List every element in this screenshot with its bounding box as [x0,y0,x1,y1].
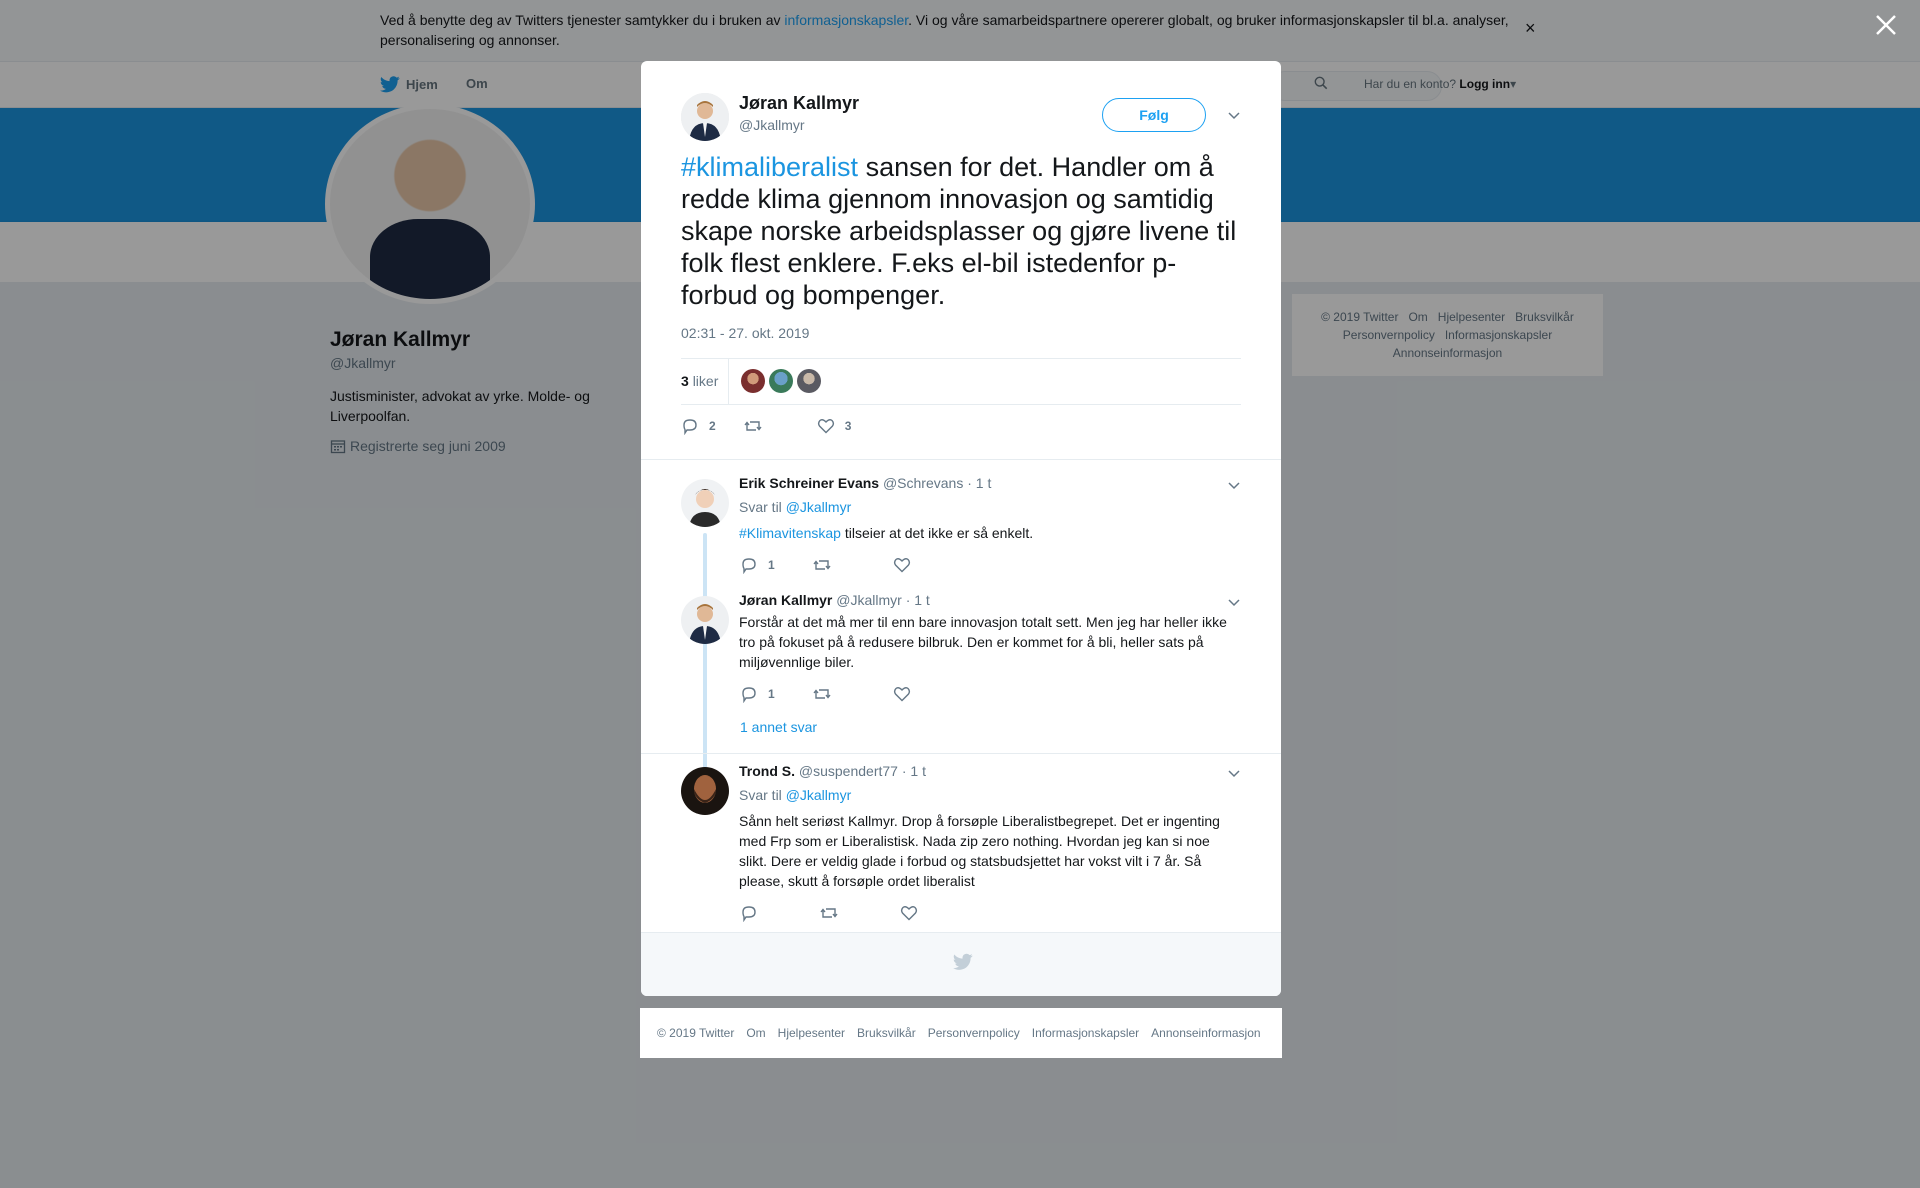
reply-text: Sånn helt seriøst Kallmyr. Drop å forsøp… [739,813,1220,889]
like-button[interactable] [893,685,911,703]
footer-copyright: © 2019 Twitter [657,1026,735,1040]
liker-avatar[interactable] [769,369,793,393]
reply-body: tilseier at det ikke er så enkelt. [840,525,1034,541]
reply-icon [742,687,756,703]
retweet-button[interactable] [820,904,838,922]
reply-text: Forstår at det må mer til enn bare innov… [739,614,1227,670]
thread-line [703,649,707,783]
retweet-icon [813,560,831,570]
separator [641,459,1281,460]
likes-label: liker [692,373,719,389]
reply-time[interactable]: · 1 t [906,592,930,608]
like-count: 3 [844,419,852,433]
footer-link-privacy[interactable]: Personvernpolicy [928,1026,1020,1040]
tweet-actions: 2 3 [681,417,851,435]
twitter-bird-icon [953,953,973,970]
chevron-down-icon[interactable] [1227,597,1241,607]
reply-hashtag[interactable]: #Klimavitenskap [739,525,841,541]
tweet-author-avatar[interactable] [681,93,729,141]
reply-author-name[interactable]: Erik Schreiner Evans [739,475,879,491]
like-button[interactable]: 3 [817,417,852,435]
reply-avatar[interactable] [681,767,729,815]
tweet-timestamp[interactable]: 02:31 - 27. okt. 2019 [681,325,809,341]
reply-author-handle[interactable]: @suspendert77 [799,763,898,779]
reply-icon [742,558,756,574]
like-button[interactable] [893,556,911,574]
heart-icon [893,558,910,573]
reply-author-handle[interactable]: @Schrevans [883,475,963,491]
reply-button[interactable] [740,904,758,922]
modal-footer [641,932,1281,996]
footer-link-cookies[interactable]: Informasjonskapsler [1032,1026,1139,1040]
reply-to-label: Svar til [739,499,782,515]
likes-number: 3 [681,373,689,389]
heart-icon [893,687,910,702]
reply-avatar[interactable] [681,596,729,644]
tweet-author-name[interactable]: Jøran Kallmyr [739,93,859,114]
reply-actions [740,904,918,922]
reply-button[interactable]: 1 [740,556,775,574]
avatar-image [681,767,729,815]
close-icon[interactable] [1873,12,1899,38]
reply-count: 2 [709,419,716,433]
chevron-down-icon[interactable] [1227,480,1241,490]
reply-icon [683,419,697,435]
reply-icon [742,906,756,922]
retweet-icon [820,908,838,918]
reply-to: Svar til @Jkallmyr [739,499,851,515]
retweet-button[interactable] [813,685,831,703]
likes-divider [728,359,729,404]
tweet-likes-row: 3 liker [681,358,1241,405]
page-footer: © 2019 Twitter Om Hjelpesenter Bruksvilk… [640,1008,1282,1058]
reply-button[interactable]: 1 [740,685,775,703]
footer-link-ads[interactable]: Annonseinformasjon [1151,1026,1260,1040]
chevron-down-icon[interactable] [1227,110,1241,120]
reply-to-link[interactable]: @Jkallmyr [786,499,852,515]
reply-header: Jøran Kallmyr @Jkallmyr · 1 t [739,592,930,608]
retweet-icon [744,421,762,431]
reply-author-handle[interactable]: @Jkallmyr [836,592,902,608]
footer-link-help[interactable]: Hjelpesenter [778,1026,845,1040]
follow-button[interactable]: Følg [1102,98,1206,132]
more-replies-link[interactable]: 1 annet svar [740,719,817,735]
reply-to-label: Svar til [739,787,782,803]
reply-actions: 1 [740,685,911,703]
reply-author-name[interactable]: Jøran Kallmyr [739,592,832,608]
footer-link-terms[interactable]: Bruksvilkår [857,1026,916,1040]
reply-to-link[interactable]: @Jkallmyr [786,787,852,803]
tweet-hashtag[interactable]: #klimaliberalist [681,152,858,182]
reply-to: Svar til @Jkallmyr [739,787,851,803]
reply-button[interactable]: 2 [681,417,716,435]
footer-link-about[interactable]: Om [746,1026,765,1040]
retweet-icon [813,689,831,699]
reply-header: Erik Schreiner Evans @Schrevans · 1 t [739,475,991,491]
likes-count[interactable]: 3 liker [681,373,730,389]
reply-count: 1 [768,558,775,572]
reply-count: 1 [768,687,775,701]
avatar-image [681,596,729,644]
separator [641,753,1281,754]
liker-avatar[interactable] [797,369,821,393]
chevron-down-icon[interactable] [1227,768,1241,778]
tweet-author-handle[interactable]: @Jkallmyr [739,117,805,133]
retweet-button[interactable] [813,556,831,574]
reply-actions: 1 [740,556,911,574]
like-button[interactable] [900,904,918,922]
retweet-button[interactable] [744,417,762,435]
heart-icon [817,419,834,434]
reply-author-name[interactable]: Trond S. [739,763,795,779]
heart-icon [900,906,918,921]
reply-text: #Klimavitenskap tilseier at det ikke er … [739,523,1237,543]
avatar-image [681,479,729,527]
avatar-image [681,93,729,141]
tweet-modal: Jøran Kallmyr @Jkallmyr Følg #klimaliber… [641,61,1281,996]
tweet-text: #klimaliberalist sansen for det. Handler… [681,151,1241,311]
liker-avatar[interactable] [741,369,765,393]
likers-avatars [741,369,821,393]
reply-time[interactable]: · 1 t [967,475,991,491]
reply-time[interactable]: · 1 t [902,763,926,779]
reply-header: Trond S. @suspendert77 · 1 t [739,763,926,779]
reply-avatar[interactable] [681,479,729,527]
